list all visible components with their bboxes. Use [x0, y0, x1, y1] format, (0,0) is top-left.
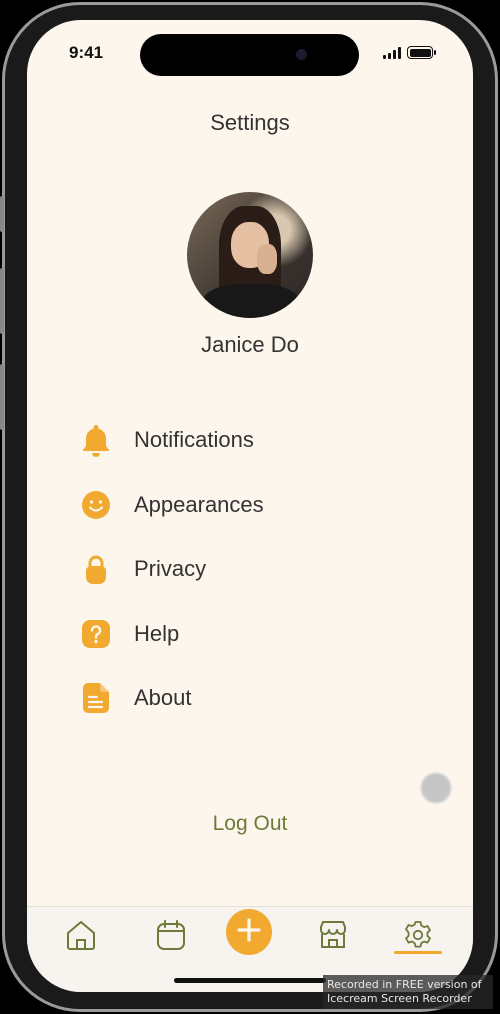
question-icon [81, 617, 111, 651]
home-icon [64, 918, 98, 957]
volume-up-button [0, 268, 4, 334]
screen: 9:41 Settings Janice Do Notifications Ap… [27, 20, 473, 992]
home-indicator [174, 978, 326, 983]
menu-label: Help [134, 620, 180, 646]
menu-item-appearances[interactable]: Appearances [81, 473, 264, 538]
settings-menu: Notifications Appearances Privacy Help A… [81, 408, 264, 731]
menu-label: Appearances [134, 491, 264, 517]
store-icon [316, 918, 350, 957]
volume-down-button [0, 364, 4, 430]
dynamic-island [140, 34, 359, 76]
calendar-icon [154, 918, 188, 957]
add-button[interactable] [226, 909, 272, 955]
gear-icon [402, 919, 434, 956]
bell-icon [81, 423, 111, 458]
lock-icon [81, 552, 111, 586]
menu-label: Privacy [134, 556, 207, 582]
document-icon [81, 681, 111, 715]
status-time: 9:41 [69, 43, 104, 62]
recorder-watermark: Recorded in FREE version of Icecream Scr… [323, 975, 493, 1009]
floating-touch-button[interactable] [420, 772, 452, 804]
menu-item-about[interactable]: About [81, 666, 264, 731]
plus-icon [235, 916, 263, 949]
menu-item-notifications[interactable]: Notifications [81, 408, 264, 473]
status-icons [383, 46, 436, 59]
battery-icon [407, 46, 436, 59]
camera-icon [296, 49, 307, 60]
signal-icon [383, 46, 401, 59]
tab-store[interactable] [313, 917, 353, 957]
smiley-icon [81, 488, 111, 522]
watermark-line-2: Icecream Screen Recorder [327, 992, 472, 1005]
tab-calendar[interactable] [151, 917, 191, 957]
logout-button[interactable]: Log Out [27, 812, 473, 836]
page-title: Settings [210, 110, 290, 135]
action-button [0, 196, 4, 232]
menu-item-privacy[interactable]: Privacy [81, 537, 264, 602]
menu-label: Notifications [134, 427, 254, 453]
user-name: Janice Do [201, 332, 299, 357]
watermark-line-1: Recorded in FREE version of [327, 978, 482, 991]
menu-label: About [134, 685, 192, 711]
avatar[interactable] [187, 192, 313, 318]
tab-home[interactable] [61, 917, 101, 957]
menu-item-help[interactable]: Help [81, 602, 264, 667]
active-tab-indicator [394, 951, 442, 954]
